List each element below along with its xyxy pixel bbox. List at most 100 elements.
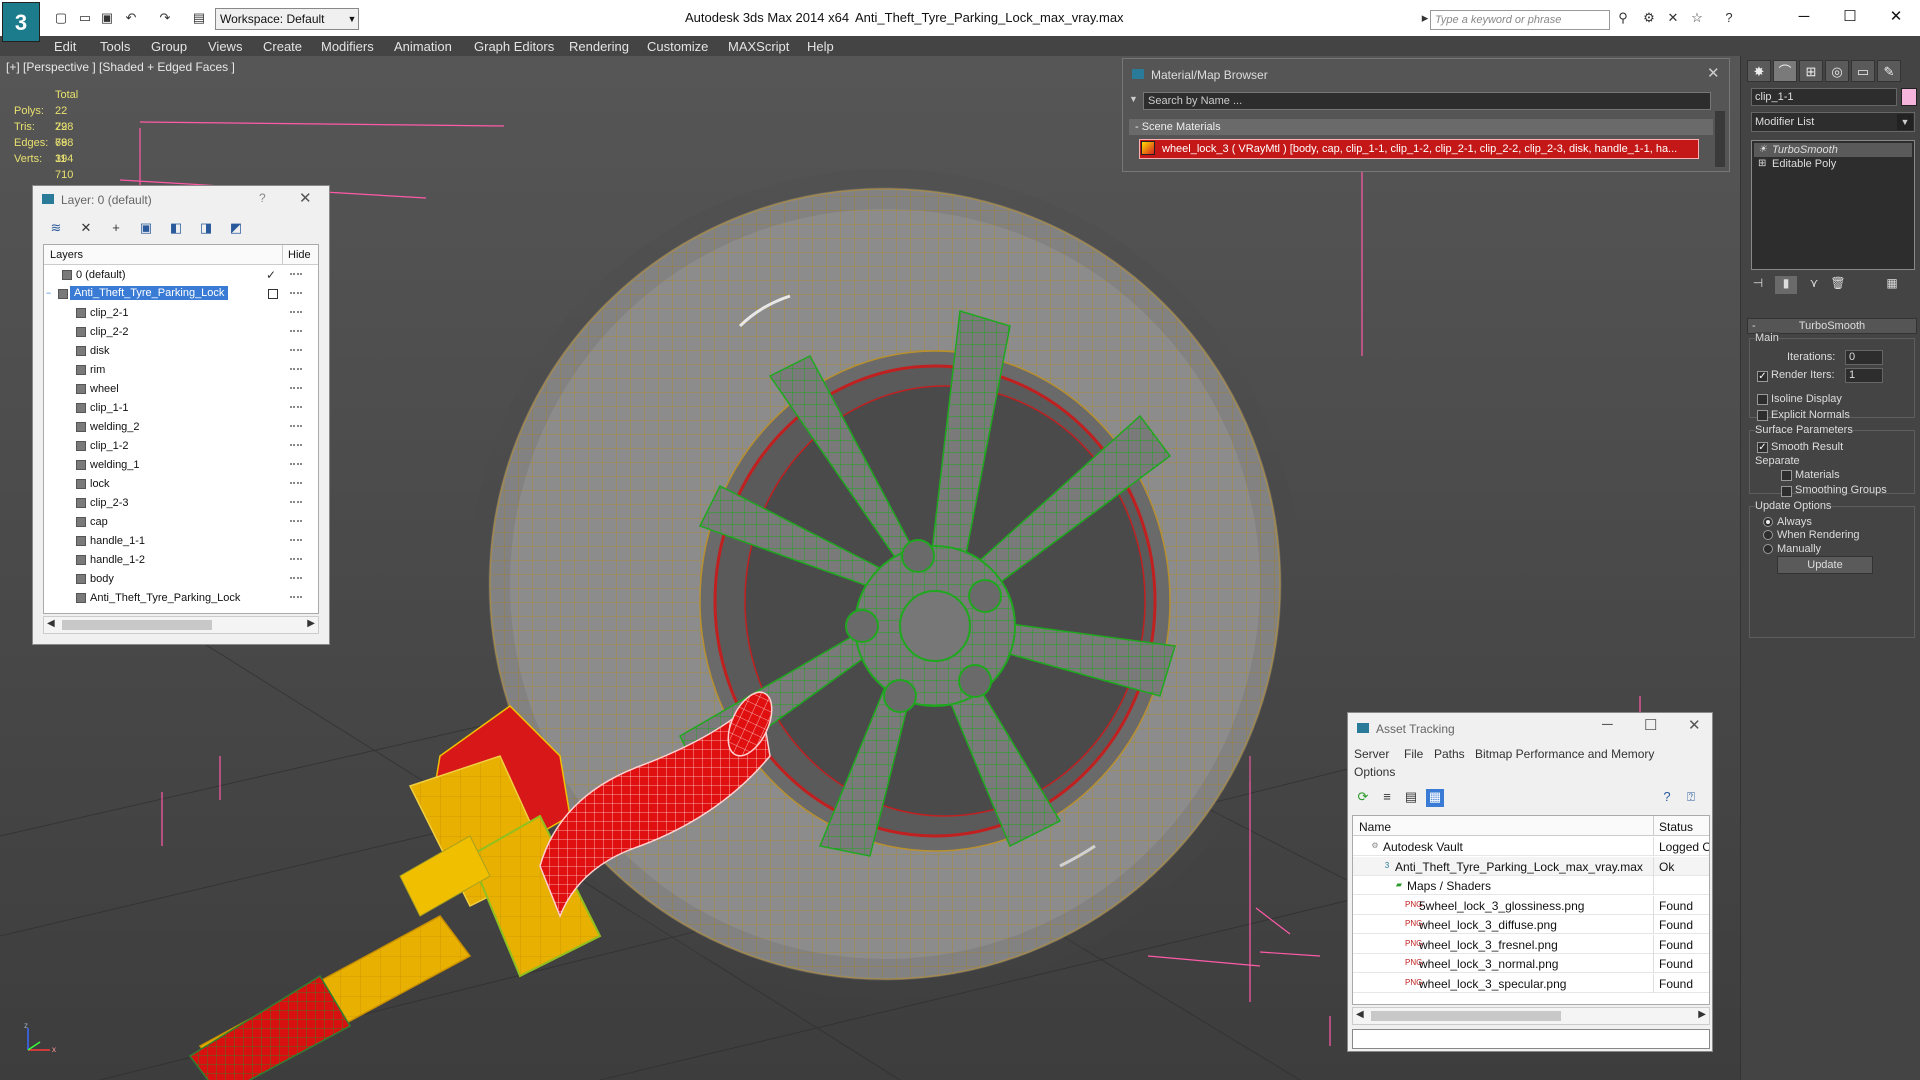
keyword-search-input[interactable]: Type a keyword or phrase <box>1430 10 1610 30</box>
refresh-icon[interactable]: ⟳ <box>1354 789 1372 807</box>
current-layer-check-icon[interactable]: ✓ <box>266 268 276 282</box>
asset-row[interactable]: 3 Anti_Theft_Tyre_Parking_Lock_max_vray.m… <box>1353 856 1709 876</box>
search-by-name-input[interactable]: Search by Name ... <box>1143 92 1711 110</box>
menu-bitmap-performance[interactable]: Bitmap Performance and Memory <box>1475 747 1654 761</box>
add-layer-icon[interactable]: + <box>107 220 125 238</box>
iterations-spinner[interactable]: 0 <box>1845 350 1883 365</box>
scroll-right-icon[interactable]: ▶ <box>307 618 315 629</box>
save-file-icon[interactable]: ▣ <box>98 9 116 27</box>
hide-toggle[interactable] <box>290 311 302 314</box>
hide-toggle[interactable] <box>290 387 302 390</box>
asset-row[interactable]: PNG 5wheel_lock_3_glossiness.png Found <box>1353 895 1709 915</box>
browser-options-icon[interactable]: ▼ <box>1129 94 1138 104</box>
menu-graph-editors[interactable]: Graph Editors <box>474 39 554 54</box>
asset-path-field[interactable] <box>1352 1029 1710 1049</box>
layer-row[interactable]: lock <box>44 475 318 494</box>
menu-maxscript[interactable]: MAXScript <box>728 39 789 54</box>
stack-item-turbosmooth[interactable]: ☀ TurboSmooth <box>1754 143 1912 157</box>
hide-toggle[interactable] <box>290 463 302 466</box>
add-selection-icon[interactable]: ▣ <box>137 220 155 238</box>
layer-row[interactable]: clip_2-3 <box>44 494 318 513</box>
hide-column-header[interactable]: Hide <box>288 249 311 261</box>
lightbulb-icon[interactable]: ☀ <box>1758 143 1767 157</box>
scroll-left-icon[interactable]: ◀ <box>1356 1009 1364 1020</box>
layer-row[interactable]: clip_1-1 <box>44 399 318 418</box>
pin-stack-icon[interactable]: ⊣ <box>1747 276 1769 294</box>
layer-row[interactable]: body <box>44 570 318 589</box>
asset-row[interactable]: PNG wheel_lock_3_diffuse.png Found <box>1353 915 1709 934</box>
app-logo-icon[interactable]: 3 <box>2 2 40 42</box>
layer-row[interactable]: clip_2-2 <box>44 323 318 342</box>
asset-row[interactable]: ▰ Maps / Shaders <box>1353 876 1709 895</box>
layer-row[interactable]: clip_2-1 <box>44 304 318 323</box>
menu-tools[interactable]: Tools <box>100 39 130 54</box>
redo-icon[interactable]: ↷ <box>156 9 174 27</box>
layer-row[interactable]: Anti_Theft_Tyre_Parking_Lock <box>44 589 318 608</box>
hide-toggle[interactable] <box>290 520 302 523</box>
menu-create[interactable]: Create <box>263 39 302 54</box>
close-icon[interactable]: ✕ <box>1688 716 1701 734</box>
menu-options[interactable]: Options <box>1354 765 1395 779</box>
workspace-dropdown[interactable]: Workspace: Default <box>215 8 359 30</box>
when-rendering-radio[interactable] <box>1763 530 1773 540</box>
menu-file[interactable]: File <box>1404 747 1423 761</box>
vertical-scrollbar[interactable] <box>1715 111 1725 167</box>
make-current-box-icon[interactable] <box>268 289 278 299</box>
layers-column-header[interactable]: Layers <box>50 249 83 261</box>
hide-toggle[interactable] <box>290 406 302 409</box>
isoline-display-checkbox[interactable] <box>1757 394 1768 405</box>
hide-toggle[interactable] <box>290 444 302 447</box>
subscription-icon[interactable]: ⚙ <box>1640 9 1658 27</box>
modifier-list-dropdown[interactable]: Modifier List <box>1751 112 1915 132</box>
table-view-icon[interactable]: ▦ <box>1426 789 1444 807</box>
smooth-result-checkbox[interactable]: ✓ <box>1757 442 1768 453</box>
menu-server[interactable]: Server <box>1354 747 1389 761</box>
layer-row[interactable]: handle_1-2 <box>44 551 318 570</box>
configure-modifier-sets-icon[interactable]: ▦ <box>1881 276 1903 294</box>
tree-view-icon[interactable]: ▤ <box>1402 789 1420 807</box>
scroll-thumb[interactable] <box>62 620 212 630</box>
status-column-header[interactable]: Status <box>1659 820 1693 834</box>
menu-rendering[interactable]: Rendering <box>569 39 629 54</box>
materials-checkbox[interactable] <box>1781 470 1792 481</box>
expand-icon[interactable]: ⊞ <box>1758 157 1766 171</box>
show-end-result-icon[interactable]: ▮ <box>1775 276 1797 294</box>
asset-row[interactable]: PNG wheel_lock_3_fresnel.png Found <box>1353 934 1709 954</box>
viewport-label[interactable]: [+] [Perspective ] [Shaded + Edged Faces… <box>6 60 235 74</box>
name-column-header[interactable]: Name <box>1359 820 1391 834</box>
chevron-down-icon[interactable]: ▼ <box>345 8 359 30</box>
favorites-star-icon[interactable]: ☆ <box>1688 9 1706 27</box>
exchange-icon[interactable]: ✕ <box>1664 9 1682 27</box>
highlight-selected-icon[interactable]: ◨ <box>197 220 215 238</box>
stack-item-editable-poly[interactable]: ⊞ Editable Poly <box>1754 157 1912 171</box>
hide-toggle[interactable] <box>290 330 302 333</box>
object-name-field[interactable]: clip_1-1 <box>1751 88 1897 106</box>
scroll-thumb[interactable] <box>1371 1011 1561 1021</box>
close-icon[interactable]: ✕ <box>1707 64 1720 82</box>
utilities-tab-icon[interactable]: ✎ <box>1877 60 1901 82</box>
layer-row[interactable]: disk <box>44 342 318 361</box>
delete-layer-icon[interactable]: ✕ <box>77 220 95 238</box>
hide-toggle[interactable] <box>290 596 302 599</box>
chevron-down-icon[interactable]: ▼ <box>1897 114 1913 130</box>
open-file-icon[interactable]: ▭ <box>76 9 94 27</box>
explicit-normals-checkbox[interactable] <box>1757 410 1768 421</box>
help-icon[interactable]: ? <box>1658 789 1676 807</box>
hierarchy-tab-icon[interactable]: ⊞ <box>1799 60 1823 82</box>
asset-row[interactable]: PNG wheel_lock_3_specular.png Found <box>1353 973 1709 993</box>
help-context-icon[interactable]: ⍰ <box>1682 789 1700 807</box>
hide-toggle[interactable] <box>290 273 302 276</box>
scroll-left-icon[interactable]: ◀ <box>47 618 55 629</box>
maximize-button[interactable]: ☐ <box>1830 6 1870 28</box>
display-tab-icon[interactable]: ▭ <box>1851 60 1875 82</box>
minimize-button[interactable]: ─ <box>1784 6 1824 28</box>
horizontal-scrollbar[interactable]: ◀ ▶ <box>43 616 319 634</box>
hide-toggle[interactable] <box>290 349 302 352</box>
layer-row[interactable]: 0 (default) ✓ <box>44 266 318 285</box>
asset-row[interactable]: PNG wheel_lock_3_normal.png Found <box>1353 954 1709 973</box>
hide-toggle[interactable] <box>290 577 302 580</box>
close-button[interactable]: ✕ <box>1876 6 1916 28</box>
hide-toggle[interactable] <box>290 368 302 371</box>
hide-toggle[interactable] <box>290 292 302 295</box>
render-iters-spinner[interactable]: 1 <box>1845 368 1883 383</box>
